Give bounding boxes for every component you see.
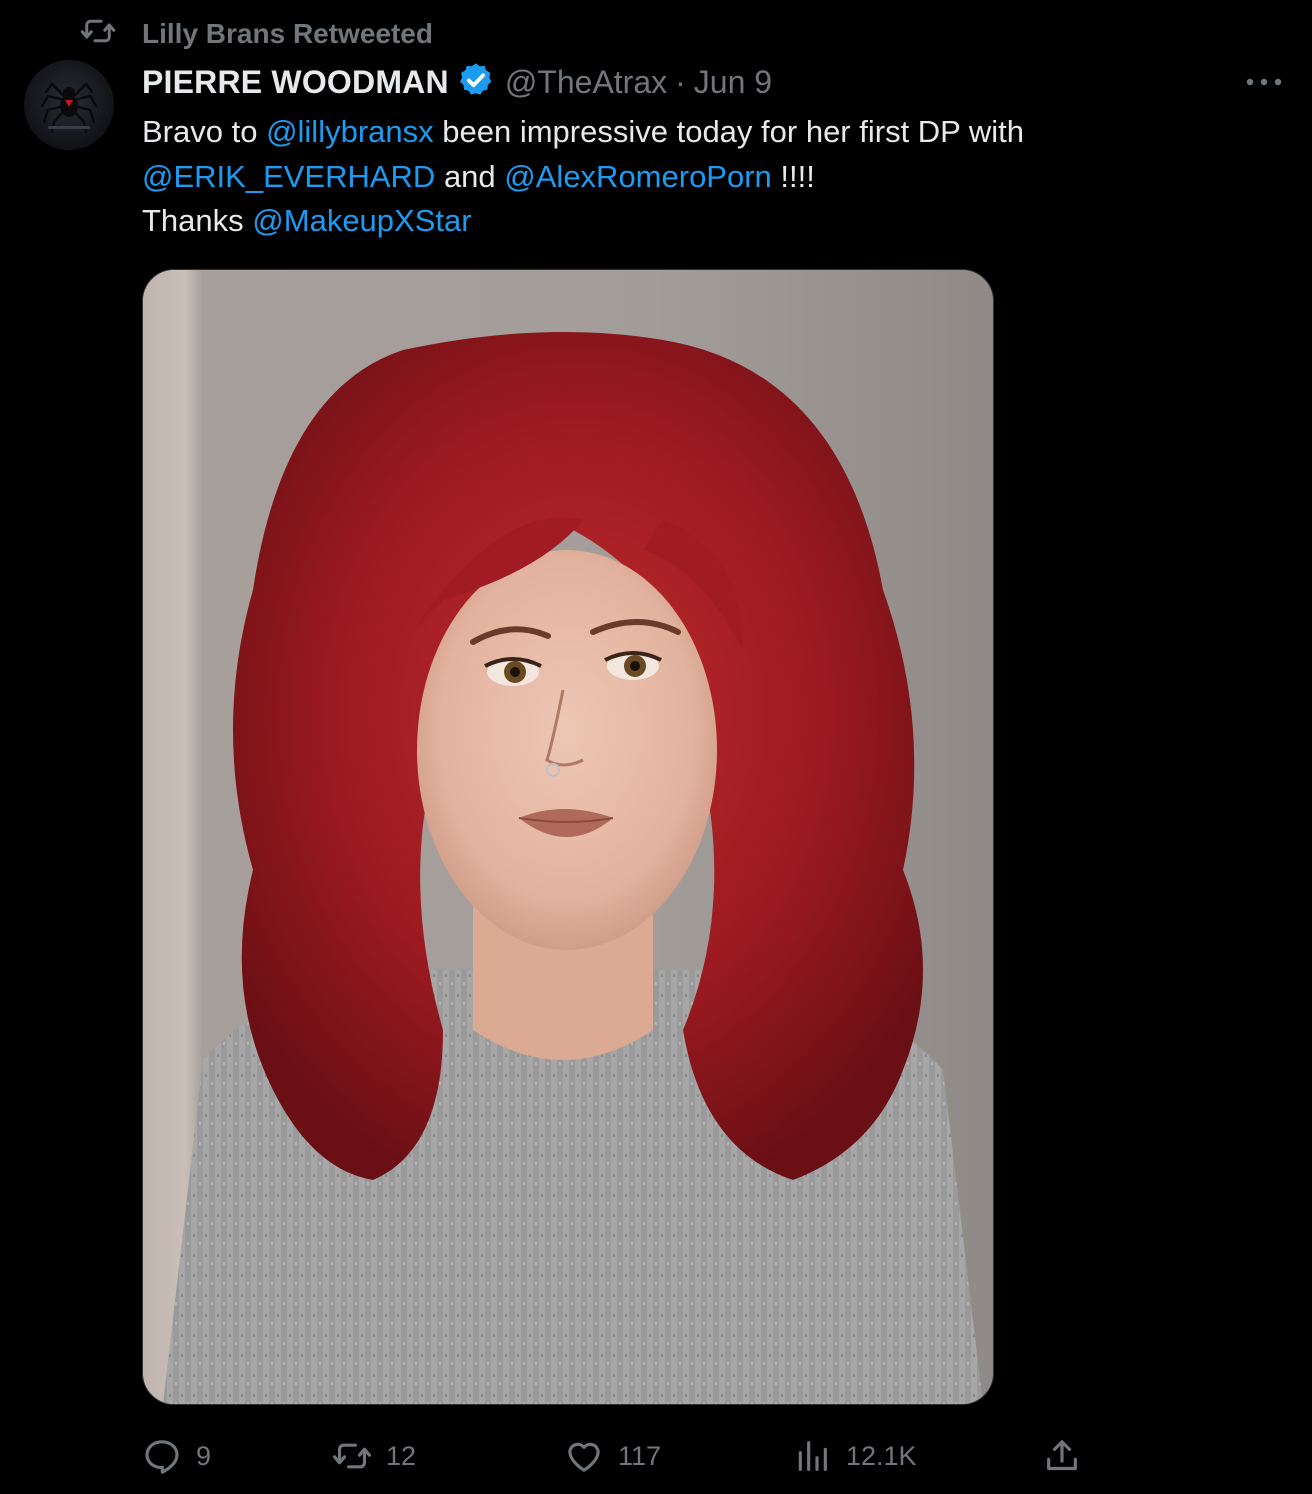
text-segment: !!!! [771,158,815,194]
author-handle[interactable]: @TheAtrax [505,64,667,101]
retweet-button[interactable]: 12 [332,1430,416,1482]
heart-icon [568,1442,600,1472]
tweet-text: Bravo to @lillybransx been impressive to… [142,110,1262,244]
mention-link[interactable]: @MakeupXStar [252,203,471,238]
reply-button[interactable]: 9 [142,1430,211,1482]
tweet-text-line-3: Thanks @MakeupXStar [142,199,1262,244]
tweet-date[interactable]: Jun 9 [694,64,772,101]
text-segment: Thanks [142,203,253,238]
views-button[interactable]: 12.1K [792,1430,917,1482]
tweet-text-line-2: @ERIK_EVERHARD and @AlexRomeroPorn !!!! [142,155,1262,200]
tweet-actions: 9 12 117 12.1K [142,1430,1102,1482]
share-icon [1047,1440,1077,1471]
reply-icon [145,1440,179,1474]
tweet-text-line-1: Bravo to @lillybransx been impressive to… [142,110,1262,155]
spider-logo-icon [40,82,98,134]
text-segment: and [435,158,505,194]
tweet-header: PIERRE WOODMAN @TheAtrax · Jun 9 [142,58,772,106]
analytics-bars-icon [798,1441,827,1471]
tweet-photo[interactable] [142,269,994,1405]
like-count: 117 [618,1440,662,1471]
retweet-icon [80,13,116,56]
views-count: 12.1K [846,1440,917,1471]
retweet-count: 12 [386,1440,417,1471]
reply-count: 9 [196,1440,212,1471]
like-button[interactable]: 117 [564,1430,661,1482]
verified-badge-icon[interactable] [449,61,495,104]
author-display-name[interactable]: PIERRE WOODMAN [142,64,449,101]
retweet-context[interactable]: Lilly Brans Retweeted [80,16,433,52]
share-button[interactable] [1042,1430,1082,1482]
retweet-action-icon [332,1443,372,1469]
more-dots-icon [1246,78,1282,86]
text-segment: been impressive today for her first DP w… [433,114,1025,149]
portrait-photo [143,270,993,1404]
mention-link[interactable]: @AlexRomeroPorn [504,159,772,194]
author-avatar[interactable] [24,60,114,150]
mention-link[interactable]: @lillybransx [266,114,434,149]
retweet-label: Lilly Brans Retweeted [142,18,433,49]
more-options-button[interactable] [1240,66,1288,98]
mention-link[interactable]: @ERIK_EVERHARD [142,159,435,194]
text-segment: Bravo to [142,114,267,149]
header-separator: · [675,63,686,100]
